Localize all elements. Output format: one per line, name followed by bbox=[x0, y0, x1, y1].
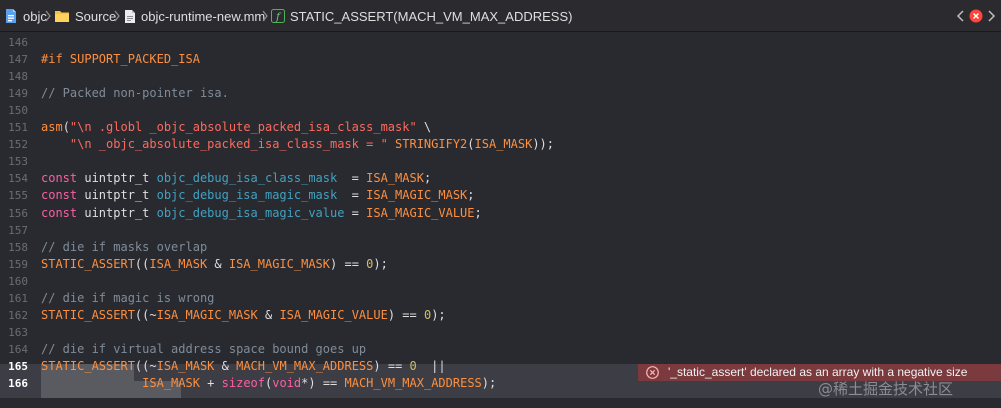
line-number: 155 bbox=[8, 189, 28, 203]
code-line: 159 STATIC_ASSERT((ISA_MASK & ISA_MAGIC_M… bbox=[0, 256, 1001, 273]
watermark: @稀土掘金技术社区 bbox=[818, 380, 954, 398]
line-number: 156 bbox=[8, 206, 28, 220]
code-line: 155 const uintptr_t objc_debug_isa_magic_… bbox=[0, 187, 1001, 204]
line-number: 165 bbox=[8, 359, 28, 373]
line-number: 151 bbox=[8, 121, 28, 135]
code-line: 157 bbox=[0, 222, 1001, 239]
code-line: 164 // die if virtual address space bound… bbox=[0, 341, 1001, 358]
line-number: 150 bbox=[8, 104, 28, 118]
code-text: // die if masks overlap bbox=[41, 239, 208, 254]
line-number: 147 bbox=[8, 53, 28, 67]
code-text: const uintptr_t objc_debug_isa_magic_val… bbox=[41, 205, 482, 220]
breadcrumb-file[interactable]: objc-runtime-new.mm bbox=[124, 0, 265, 32]
code-text: STATIC_ASSERT((ISA_MASK & ISA_MAGIC_MASK… bbox=[41, 256, 388, 271]
breadcrumb-project[interactable]: objc bbox=[4, 0, 47, 32]
code-line: 150 bbox=[0, 102, 1001, 119]
code-text: "\n _objc_absolute_packed_isa_class_mask… bbox=[69, 137, 554, 152]
line-number: 162 bbox=[8, 308, 28, 322]
code-line: 146 bbox=[0, 34, 1001, 51]
breadcrumb-label: objc-runtime-new.mm bbox=[141, 8, 266, 24]
chevron-right-icon bbox=[262, 10, 268, 22]
folder-icon bbox=[55, 11, 69, 22]
breadcrumb-label: STATIC_ASSERT(MACH_VM_MAX_ADDRESS) bbox=[290, 8, 573, 24]
file-icon bbox=[125, 9, 135, 23]
code-text: STATIC_ASSERT((~ISA_MASK & MACH_VM_MAX_A… bbox=[41, 358, 446, 373]
line-number: 148 bbox=[8, 70, 28, 84]
function-icon: f bbox=[271, 9, 285, 23]
error-icon bbox=[646, 366, 659, 379]
code-text: asm("\n .globl _objc_absolute_packed_isa… bbox=[41, 120, 432, 135]
code-line: 158 // die if masks overlap bbox=[0, 239, 1001, 256]
code-line: 147 #if SUPPORT_PACKED_ISA bbox=[0, 51, 1001, 68]
line-number: 152 bbox=[8, 138, 28, 152]
chevron-right-icon[interactable] bbox=[983, 8, 999, 24]
code-text: ISA_MASK + sizeof(void*) == MACH_VM_MAX_… bbox=[142, 376, 497, 390]
line-number: 160 bbox=[8, 274, 28, 288]
line-number: 164 bbox=[8, 342, 28, 356]
code-text: const uintptr_t objc_debug_isa_class_mas… bbox=[41, 171, 432, 186]
code-line: 161 // die if magic is wrong bbox=[0, 290, 1001, 307]
code-editor[interactable]: 146 147 #if SUPPORT_PACKED_ISA 148 149 // Pac… bbox=[0, 32, 1001, 408]
line-number: 166 bbox=[8, 377, 28, 390]
line-number: 157 bbox=[8, 223, 28, 237]
line-number: 161 bbox=[8, 291, 28, 305]
code-line: 148 bbox=[0, 68, 1001, 85]
breadcrumb-folder[interactable]: Source bbox=[54, 0, 116, 32]
code-line: 154 const uintptr_t objc_debug_isa_class_… bbox=[0, 170, 1001, 187]
code-text: // die if magic is wrong bbox=[41, 290, 215, 305]
line-number: 153 bbox=[8, 155, 28, 169]
chevron-right-icon bbox=[114, 10, 120, 22]
line-number: 163 bbox=[8, 325, 28, 339]
line-number: 149 bbox=[8, 87, 28, 101]
code-line: 160 bbox=[0, 273, 1001, 290]
code-text: #if SUPPORT_PACKED_ISA bbox=[41, 52, 200, 67]
code-text: STATIC_ASSERT((~ISA_MAGIC_MASK & ISA_MAG… bbox=[41, 307, 446, 322]
code-line: 162 STATIC_ASSERT((~ISA_MAGIC_MASK & ISA_… bbox=[0, 307, 1001, 324]
chevron-left-icon[interactable] bbox=[953, 8, 969, 24]
code-line: 149 // Packed non-pointer isa. bbox=[0, 85, 1001, 102]
line-number: 159 bbox=[8, 257, 28, 271]
code-text: const uintptr_t objc_debug_isa_magic_mas… bbox=[41, 188, 475, 203]
code-line: 153 bbox=[0, 153, 1001, 170]
breadcrumb-symbol[interactable]: f STATIC_ASSERT(MACH_VM_MAX_ADDRESS) bbox=[271, 0, 572, 32]
code-line: 156 const uintptr_t objc_debug_isa_magic_… bbox=[0, 205, 1001, 222]
line-number: 154 bbox=[8, 172, 28, 186]
jump-bar: objc Source objc-runtime-new.mm f STATIC… bbox=[0, 0, 1001, 32]
line-number: 158 bbox=[8, 240, 28, 254]
chevron-right-icon bbox=[45, 10, 51, 22]
error-badge-icon[interactable] bbox=[968, 8, 984, 24]
breadcrumb-label: Source bbox=[75, 8, 117, 24]
code-line: 151 asm("\n .globl _objc_absolute_packed_… bbox=[0, 119, 1001, 136]
code-text: // Packed non-pointer isa. bbox=[41, 86, 229, 101]
code-line: 152 "\n _objc_absolute_packed_isa_class_… bbox=[0, 136, 1001, 153]
project-icon bbox=[6, 9, 16, 23]
code-line: 163 bbox=[0, 324, 1001, 341]
code-text: // die if virtual address space bound go… bbox=[41, 341, 367, 356]
line-number: 146 bbox=[8, 36, 28, 49]
